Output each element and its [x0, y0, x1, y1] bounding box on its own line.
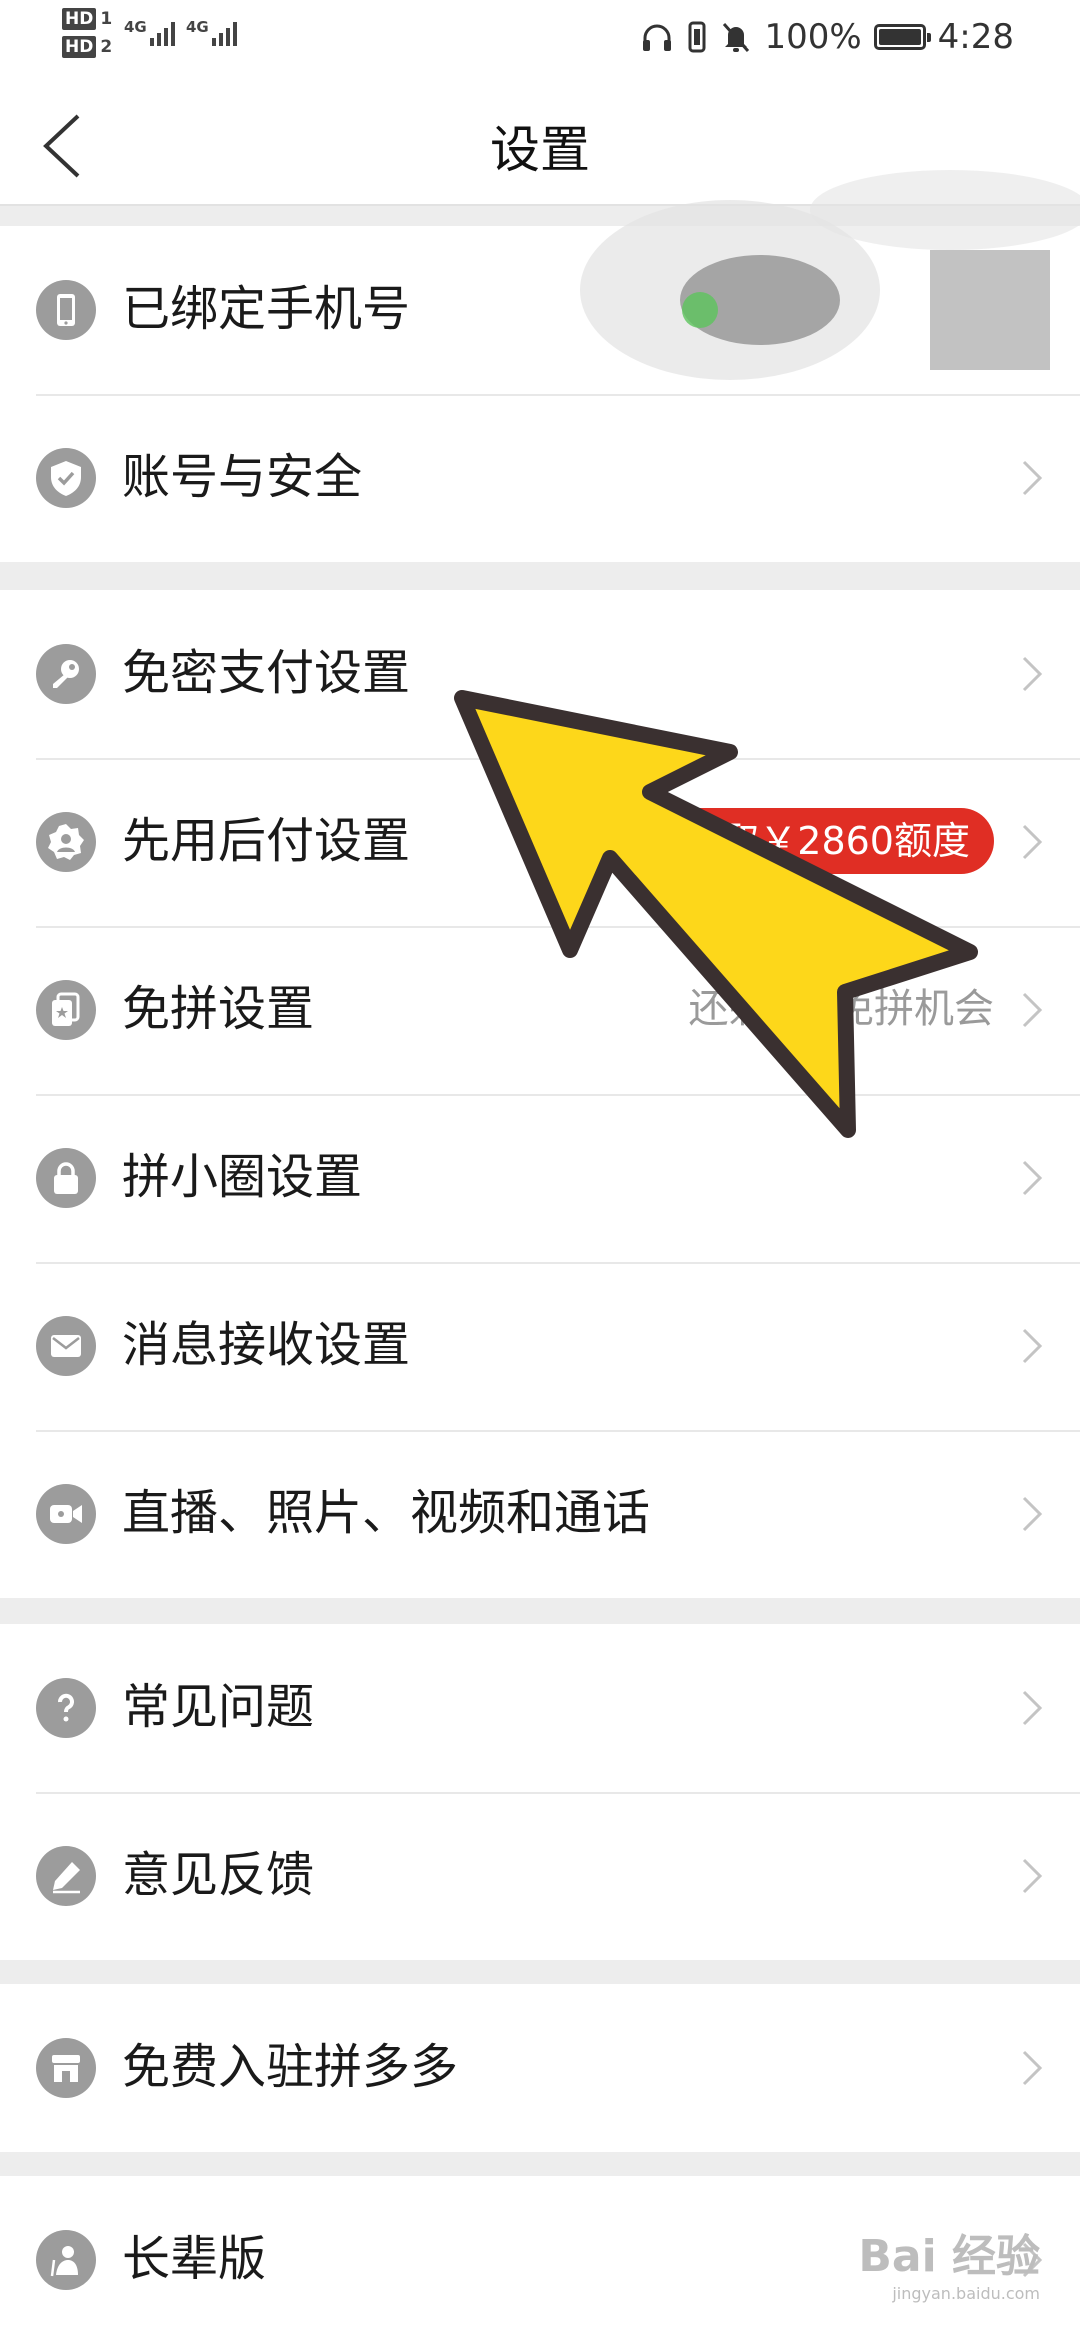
elder-icon — [36, 2230, 96, 2290]
chevron-right-icon — [1022, 460, 1043, 496]
settings-item-feedback[interactable]: 意见反馈 — [0, 1792, 1080, 1960]
chevron-right-icon — [1022, 1328, 1043, 1364]
settings-item-group-free[interactable]: 免拼设置 还剩1次免拼机会 — [0, 926, 1080, 1094]
settings-item-faq[interactable]: 常见问题 — [0, 1624, 1080, 1792]
settings-item-label: 消息接收设置 — [122, 1317, 411, 1373]
signal-icon — [150, 22, 175, 46]
sim2-indicator: HD 2 — [62, 36, 112, 64]
chevron-right-icon — [1022, 2050, 1043, 2086]
battery-percent: 100% — [764, 17, 862, 57]
settings-group-account: 已绑定手机号 账号与安全 — [0, 226, 1080, 562]
status-right: 100% 4:28 — [640, 14, 1014, 60]
sim1-indicator: HD 1 — [62, 8, 112, 36]
settings-group-merchant: 免费入驻拼多多 — [0, 1984, 1080, 2152]
settings-item-label: 已绑定手机号 — [122, 281, 411, 337]
signal-icon — [212, 22, 237, 46]
shield-check-icon — [36, 448, 96, 508]
sim-indicators: HD 1 HD 2 — [62, 8, 112, 64]
settings-item-label: 长辈版 — [122, 2231, 267, 2287]
phone-icon — [36, 280, 96, 340]
battery-icon — [873, 24, 931, 50]
lock-icon — [36, 1148, 96, 1208]
settings-item-label: 拼小圈设置 — [122, 1149, 363, 1205]
settings-item-pay-later[interactable]: 先用后付设置 领取￥2860额度 — [0, 758, 1080, 926]
headphones-icon — [643, 24, 672, 51]
settings-item-merchant-join[interactable]: 免费入驻拼多多 — [0, 1984, 1080, 2152]
envelope-icon — [36, 1316, 96, 1376]
watermark-text: Bai 经验 — [858, 2231, 1040, 2282]
network-type-2: 4G — [186, 18, 209, 36]
settings-item-media-calls[interactable]: 直播、照片、视频和通话 — [0, 1430, 1080, 1598]
watermark: Bai 经验 jingyan.baidu.com — [858, 2220, 1040, 2303]
chevron-right-icon — [1022, 1858, 1043, 1894]
nav-bar: 设置 — [0, 76, 1080, 206]
chevron-right-icon — [1022, 1160, 1043, 1196]
settings-item-label: 账号与安全 — [122, 449, 363, 505]
clock: 4:28 — [937, 17, 1014, 57]
settings-item-label: 先用后付设置 — [122, 813, 411, 869]
vibrate-icon — [688, 21, 706, 53]
chevron-right-icon — [1022, 1690, 1043, 1726]
chevron-right-icon — [1022, 1496, 1043, 1532]
chevron-right-icon — [1022, 656, 1043, 692]
group-free-remaining: 还剩1次免拼机会 — [688, 986, 994, 1032]
settings-item-label: 意见反馈 — [122, 1847, 315, 1903]
store-icon — [36, 2038, 96, 2098]
credit-promo-badge[interactable]: 领取￥2860额度 — [653, 808, 994, 874]
settings-item-notifications[interactable]: 消息接收设置 — [0, 1262, 1080, 1430]
bell-muted-icon — [723, 23, 750, 52]
settings-item-label: 直播、照片、视频和通话 — [122, 1485, 651, 1541]
badge-user-icon — [36, 812, 96, 872]
watermark-url: jingyan.baidu.com — [892, 2284, 1040, 2303]
video-camera-icon — [36, 1484, 96, 1544]
pencil-icon — [36, 1846, 96, 1906]
settings-item-password-free-pay[interactable]: 免密支付设置 — [0, 590, 1080, 758]
chevron-right-icon — [1022, 992, 1043, 1028]
network-type-1: 4G — [124, 18, 147, 36]
settings-item-bound-phone[interactable]: 已绑定手机号 — [0, 226, 1080, 394]
page-title: 设置 — [490, 121, 590, 179]
status-bar: HD 1 HD 2 4G 4G 100% 4:28 — [0, 0, 1080, 76]
settings-item-label: 常见问题 — [122, 1679, 315, 1735]
chevron-right-icon — [1022, 824, 1043, 860]
settings-item-label: 免密支付设置 — [122, 645, 411, 701]
card-star-icon — [36, 980, 96, 1040]
settings-group-help: 常见问题 意见反馈 — [0, 1624, 1080, 1960]
settings-group-payment: 免密支付设置 先用后付设置 领取￥2860额度 免拼设置 还剩1次免拼机会 拼小… — [0, 590, 1080, 1598]
settings-item-account-security[interactable]: 账号与安全 — [0, 394, 1080, 562]
settings-item-label: 免费入驻拼多多 — [122, 2039, 459, 2095]
key-icon — [36, 644, 96, 704]
settings-item-label: 免拼设置 — [122, 981, 315, 1037]
settings-item-moments[interactable]: 拼小圈设置 — [0, 1094, 1080, 1262]
question-icon — [36, 1678, 96, 1738]
